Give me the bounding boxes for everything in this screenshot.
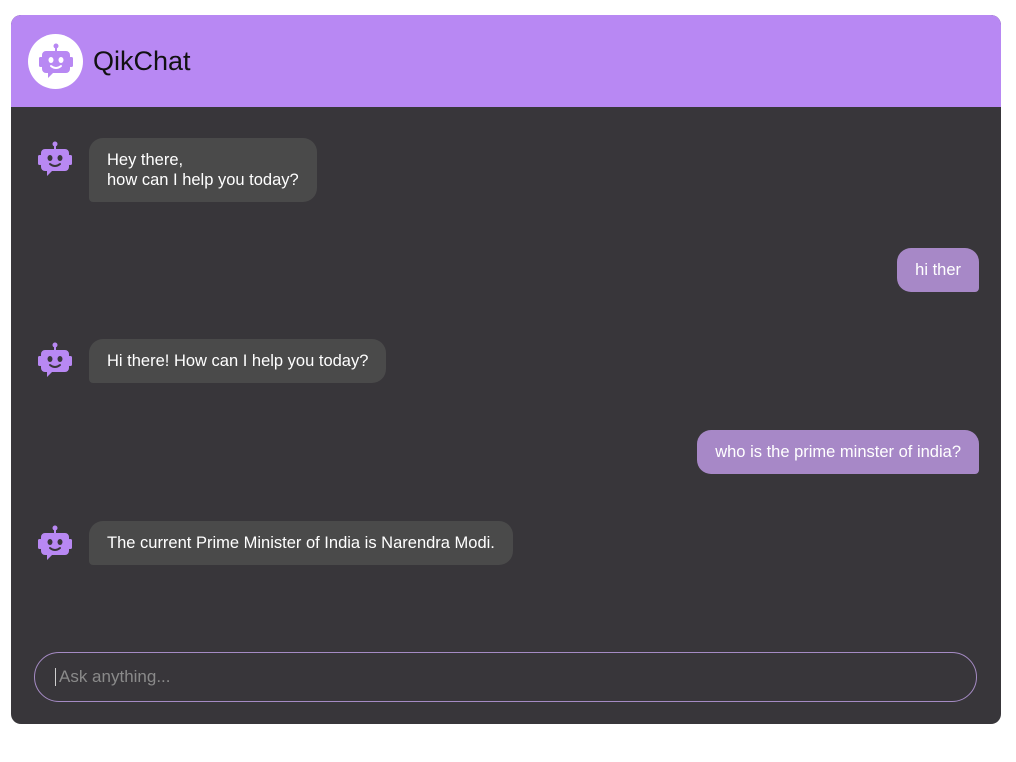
logo: [28, 33, 83, 89]
chat-input[interactable]: [57, 666, 941, 688]
text-caret: [55, 668, 56, 686]
message-list: Hey there, how can I help you today? hi …: [11, 107, 1001, 724]
chat-header: QikChat: [11, 15, 1001, 107]
robot-icon: [38, 342, 72, 377]
robot-icon: [38, 43, 73, 78]
chat-window: QikChat Hey there, how can I help you to…: [11, 15, 1001, 724]
user-message: who is the prime minster of india?: [697, 430, 979, 474]
bot-message: Hey there, how can I help you today?: [89, 138, 317, 202]
robot-icon: [38, 141, 72, 176]
robot-icon: [38, 525, 72, 560]
user-message: hi ther: [897, 248, 979, 292]
bot-message: The current Prime Minister of India is N…: [89, 521, 513, 565]
bot-message: Hi there! How can I help you today?: [89, 339, 387, 383]
app-title: QikChat: [93, 45, 191, 76]
chat-input-container[interactable]: [34, 652, 977, 702]
